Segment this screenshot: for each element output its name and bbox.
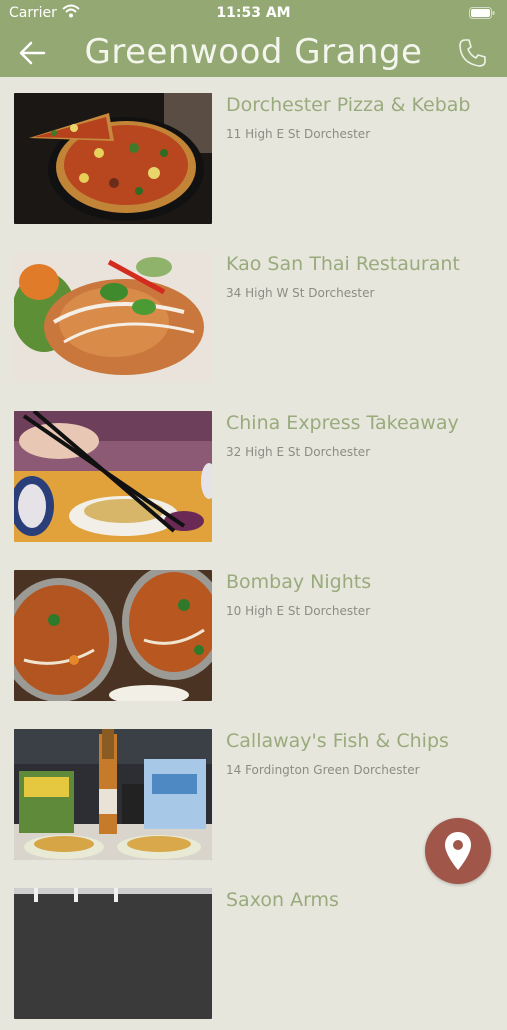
place-address: 14 Fordington Green Dorchester — [226, 763, 420, 777]
place-name: Kao San Thai Restaurant — [226, 253, 460, 275]
nav-bar: Carrier 11:53 AM Greenwood Grange — [0, 0, 507, 77]
fish-and-chips-photo — [14, 729, 212, 860]
place-photo — [14, 252, 212, 383]
pizza-photo — [14, 93, 212, 224]
place-name: Saxon Arms — [226, 889, 339, 911]
pub-photo — [14, 888, 212, 1019]
map-button[interactable] — [425, 818, 491, 884]
battery-icon — [469, 7, 495, 23]
place-name: Dorchester Pizza & Kebab — [226, 94, 471, 116]
thai-food-photo — [14, 252, 212, 383]
place-photo — [14, 888, 212, 1019]
list-item[interactable]: Bombay Nights 10 High E St Dorchester — [0, 554, 507, 712]
place-name: Bombay Nights — [226, 571, 372, 593]
phone-icon — [459, 39, 486, 67]
place-name: China Express Takeaway — [226, 412, 459, 434]
place-photo — [14, 411, 212, 542]
status-bar: Carrier 11:53 AM — [0, 0, 507, 26]
status-time: 11:53 AM — [216, 5, 291, 21]
call-button[interactable] — [457, 37, 489, 69]
place-address: 32 High E St Dorchester — [226, 445, 371, 459]
chinese-food-photo — [14, 411, 212, 542]
list-item[interactable]: China Express Takeaway 32 High E St Dorc… — [0, 395, 507, 553]
map-pin-icon — [445, 832, 471, 870]
list-item[interactable]: Kao San Thai Restaurant 34 High W St Dor… — [0, 236, 507, 394]
place-photo — [14, 570, 212, 701]
arrow-left-icon — [19, 41, 46, 65]
place-photo — [14, 93, 212, 224]
place-address: 34 High W St Dorchester — [226, 286, 375, 300]
page-title: Greenwood Grange — [84, 32, 423, 72]
back-button[interactable] — [18, 40, 48, 68]
curry-photo — [14, 570, 212, 701]
place-address: 11 High E St Dorchester — [226, 127, 371, 141]
list-item[interactable]: Dorchester Pizza & Kebab 11 High E St Do… — [0, 77, 507, 235]
place-address: 10 High E St Dorchester — [226, 604, 371, 618]
place-photo — [14, 729, 212, 860]
list-item[interactable]: Saxon Arms — [0, 872, 507, 1030]
place-name: Callaway's Fish & Chips — [226, 730, 449, 752]
